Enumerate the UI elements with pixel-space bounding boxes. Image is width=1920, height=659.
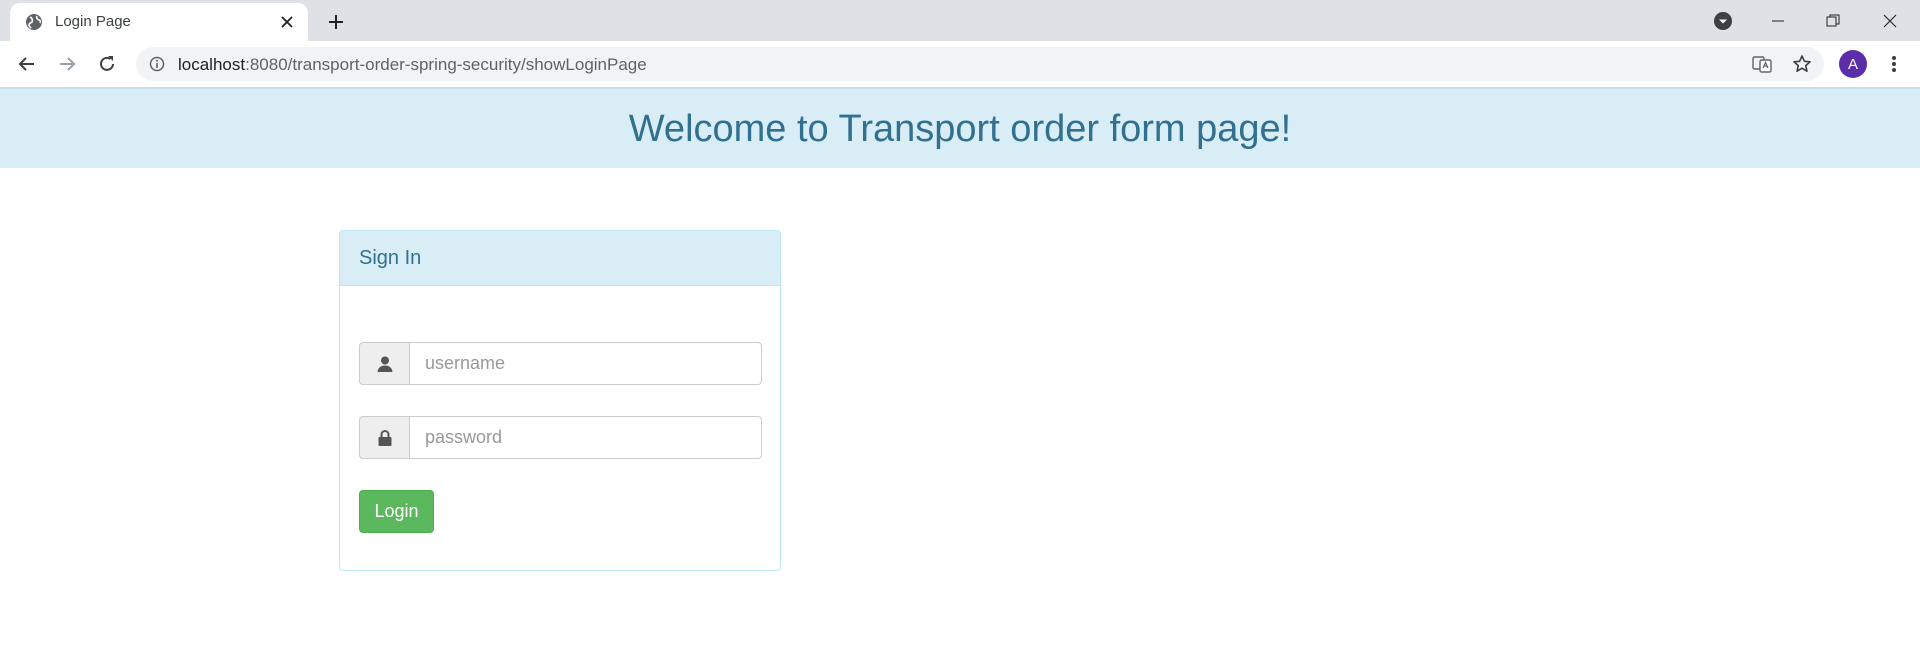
welcome-banner: Welcome to Transport order form page! [0,88,1920,168]
lock-icon [359,416,409,459]
tab-search-icon[interactable] [1713,11,1733,31]
restore-icon[interactable] [1811,0,1855,41]
login-button[interactable]: Login [359,490,434,533]
address-bar[interactable]: localhost:8080/transport-order-spring-se… [136,47,1824,81]
translate-icon[interactable] [1752,54,1772,74]
url-path: :8080/transport-order-spring-security/sh… [245,55,647,74]
url-text: localhost:8080/transport-order-spring-se… [178,55,647,75]
profile-avatar[interactable]: A [1839,50,1867,78]
bookmark-star-icon[interactable] [1792,54,1812,74]
login-panel: Sign In Login [339,230,781,571]
close-tab-icon[interactable] [278,13,296,31]
url-host: localhost [178,55,246,74]
tab-strip: Login Page [0,0,1920,41]
new-tab-icon[interactable] [325,11,347,33]
window-close-icon[interactable] [1868,0,1912,41]
panel-heading: Sign In [340,231,780,286]
user-icon [359,342,409,385]
forward-icon[interactable] [53,50,81,78]
page-title: Welcome to Transport order form page! [628,108,1292,150]
username-group [359,342,762,385]
minimize-icon[interactable] [1756,0,1800,41]
reload-icon[interactable] [93,50,121,78]
globe-icon [25,13,43,31]
password-input[interactable] [409,416,762,459]
browser-tab[interactable]: Login Page [10,3,308,41]
more-menu-icon[interactable] [1884,50,1904,78]
tab-title: Login Page [55,13,131,30]
back-icon[interactable] [13,50,41,78]
info-icon[interactable] [149,56,165,72]
username-input[interactable] [409,342,762,385]
password-group [359,416,762,459]
browser-toolbar: localhost:8080/transport-order-spring-se… [0,41,1920,88]
